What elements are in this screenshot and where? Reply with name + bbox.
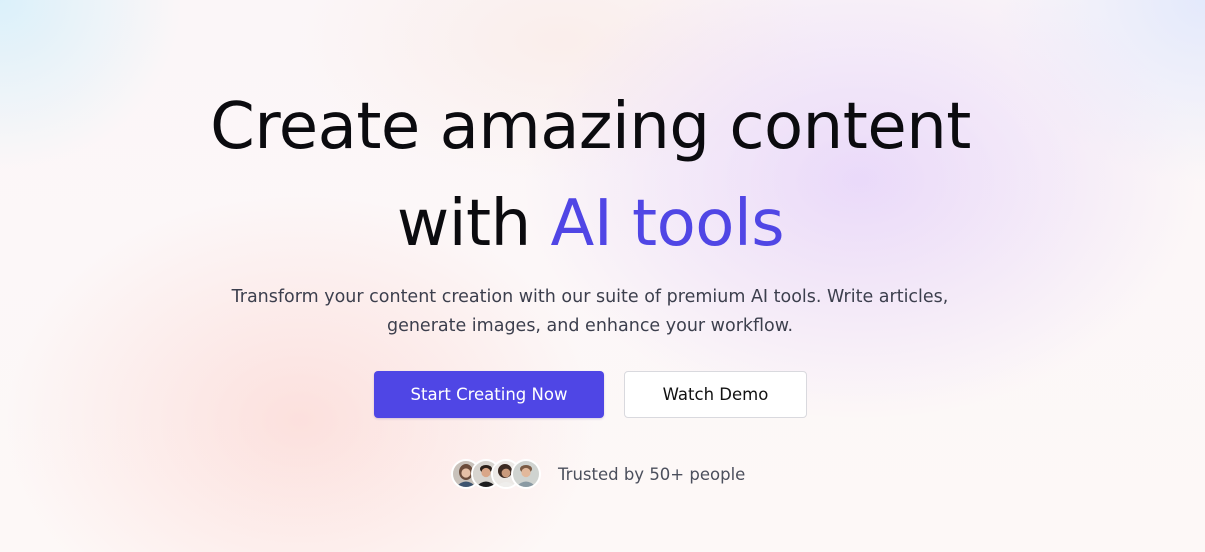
hero-description: Transform your content creation with our… (190, 283, 990, 341)
social-proof: Trusted by 50+ people (451, 458, 745, 490)
hero-description-line2: generate images, and enhance your workfl… (386, 316, 794, 336)
headline-accent: AI tools (550, 187, 785, 261)
hero-section: Create amazing content with AI tools Tra… (0, 0, 1205, 552)
watch-demo-button[interactable]: Watch Demo (624, 371, 807, 418)
start-creating-button[interactable]: Start Creating Now (374, 371, 604, 418)
trusted-by-text: Trusted by 50+ people (558, 464, 746, 484)
hero-headline-line2: with AI tools (0, 176, 1181, 272)
hero-description-line1: Transform your content creation with our… (231, 287, 949, 307)
user-avatar-4 (511, 459, 541, 489)
hero-headline-line1: Create amazing content (210, 90, 971, 164)
avatar-group (451, 459, 541, 489)
headline-prefix: with (396, 187, 551, 261)
